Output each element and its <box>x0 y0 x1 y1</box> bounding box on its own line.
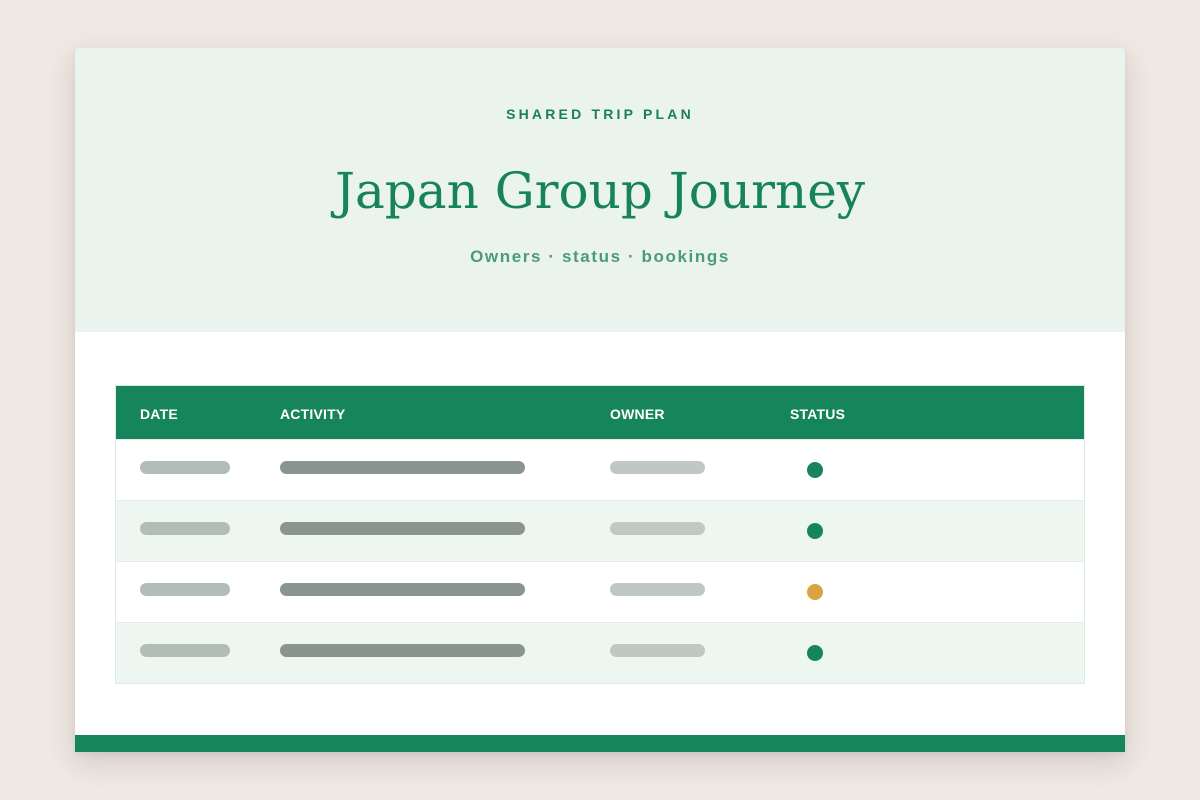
page-subtitle: Owners · status · bookings <box>470 247 730 266</box>
owner-placeholder <box>610 461 705 474</box>
date-placeholder <box>140 522 230 535</box>
owner-placeholder <box>610 644 705 657</box>
table-row[interactable] <box>116 622 1084 683</box>
footer-accent-bar <box>75 735 1125 752</box>
date-placeholder <box>140 461 230 474</box>
status-dot <box>807 462 823 478</box>
column-header-activity[interactable]: ACTIVITY <box>280 406 345 422</box>
column-header-status[interactable]: STATUS <box>790 406 845 422</box>
activity-placeholder <box>280 522 525 535</box>
column-header-owner[interactable]: OWNER <box>610 406 665 422</box>
hero-header: SHARED TRIP PLAN Japan Group Journey Own… <box>75 48 1125 332</box>
status-dot <box>807 523 823 539</box>
status-dot <box>807 645 823 661</box>
table-header: DATE ACTIVITY OWNER STATUS <box>116 386 1084 439</box>
eyebrow-label: SHARED TRIP PLAN <box>506 106 694 122</box>
owner-placeholder <box>610 583 705 596</box>
activity-placeholder <box>280 461 525 474</box>
table-row[interactable] <box>116 561 1084 622</box>
itinerary-table: DATE ACTIVITY OWNER STATUS <box>115 385 1085 684</box>
page-title: Japan Group Journey <box>334 162 866 220</box>
trip-plan-card: SHARED TRIP PLAN Japan Group Journey Own… <box>75 48 1125 752</box>
activity-placeholder <box>280 583 525 596</box>
table-body <box>116 439 1084 683</box>
owner-placeholder <box>610 522 705 535</box>
date-placeholder <box>140 583 230 596</box>
date-placeholder <box>140 644 230 657</box>
activity-placeholder <box>280 644 525 657</box>
table-row[interactable] <box>116 500 1084 561</box>
status-dot <box>807 584 823 600</box>
table-row[interactable] <box>116 439 1084 500</box>
column-header-date[interactable]: DATE <box>140 406 178 422</box>
